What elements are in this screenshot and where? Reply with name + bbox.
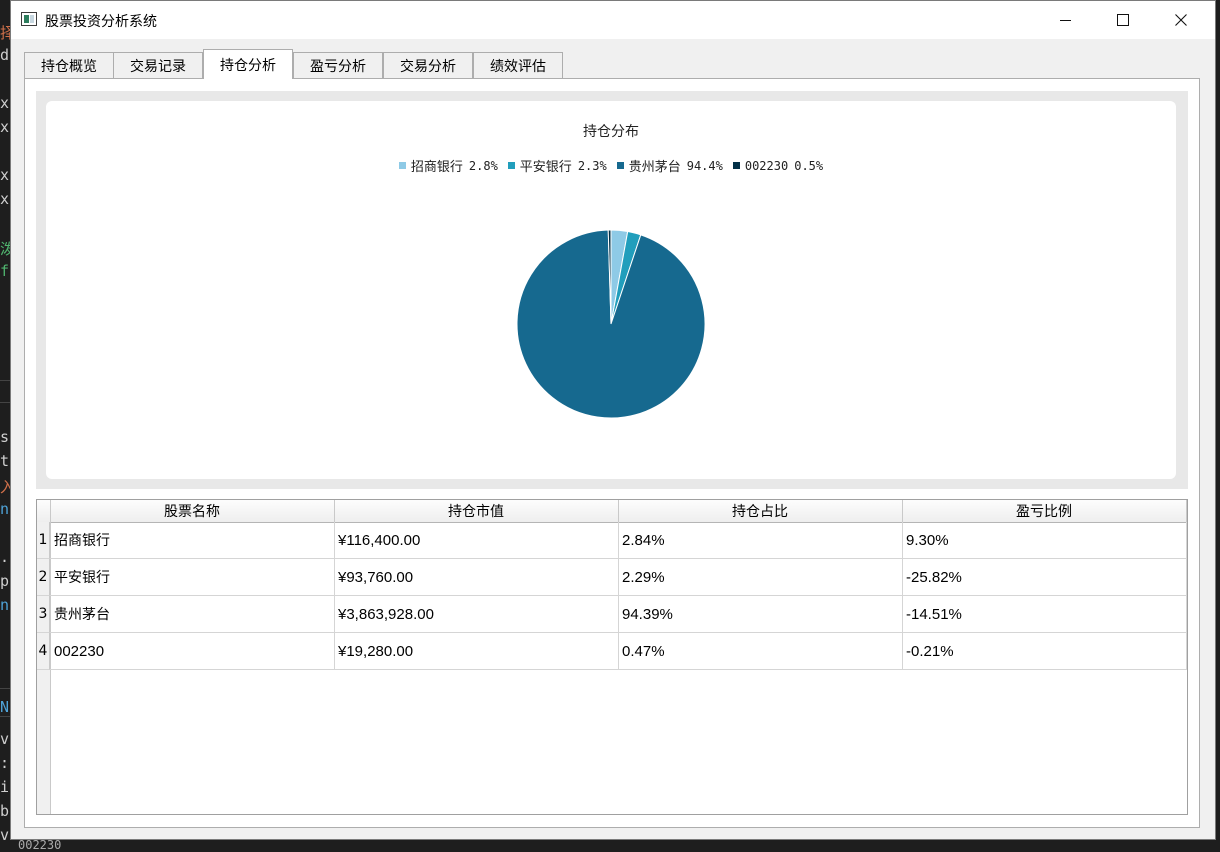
background-status-text: 002230 [18, 838, 62, 852]
app-window: 股票投资分析系统 持仓概览 交易记录 持仓分析 盈亏分析 交易分析 绩效评估 持… [10, 0, 1216, 840]
table-corner[interactable] [37, 500, 51, 522]
cell-weight[interactable]: 0.47% [618, 633, 903, 670]
window-title: 股票投资分析系统 [45, 14, 157, 30]
minimize-icon [1059, 19, 1071, 21]
cell-pnl-ratio[interactable]: -0.21% [902, 633, 1187, 670]
pie-chart-card: 持仓分布 招商银行 2.8% 平安银行 2.3% 贵州茅台 94.4% 0022… [46, 101, 1176, 479]
cell-pnl-ratio[interactable]: -14.51% [902, 596, 1187, 633]
tab-holdings-analysis[interactable]: 持仓分析 [203, 49, 293, 79]
chart-container: 持仓分布 招商银行 2.8% 平安银行 2.3% 贵州茅台 94.4% 0022… [36, 91, 1188, 489]
cell-weight[interactable]: 2.29% [618, 559, 903, 596]
row-number[interactable]: 2 [37, 559, 50, 596]
cell-weight[interactable]: 94.39% [618, 596, 903, 633]
column-header-pnl-ratio[interactable]: 盈亏比例 [902, 500, 1187, 522]
cell-weight[interactable]: 2.84% [618, 522, 903, 559]
cell-market-value[interactable]: ¥116,400.00 [334, 522, 619, 559]
row-number[interactable]: 3 [37, 596, 50, 633]
table-row[interactable]: 4 002230 ¥19,280.00 0.47% -0.21% [37, 633, 1187, 670]
tab-holdings-overview[interactable]: 持仓概览 [24, 52, 114, 78]
holdings-table: 股票名称 持仓市值 持仓占比 盈亏比例 1 招商银行 ¥116,400.00 2… [36, 499, 1188, 815]
table-row[interactable]: 1 招商银行 ¥116,400.00 2.84% 9.30% [37, 522, 1187, 559]
cell-stock-name[interactable]: 招商银行 [50, 522, 335, 559]
row-number[interactable]: 4 [37, 633, 50, 670]
column-header-market-value[interactable]: 持仓市值 [334, 500, 619, 522]
close-icon [1175, 14, 1187, 26]
tab-trade-records[interactable]: 交易记录 [113, 52, 203, 78]
row-number[interactable]: 1 [37, 522, 50, 559]
maximize-icon [1117, 14, 1129, 26]
column-header-weight[interactable]: 持仓占比 [618, 500, 903, 522]
cell-market-value[interactable]: ¥93,760.00 [334, 559, 619, 596]
table-row[interactable]: 3 贵州茅台 ¥3,863,928.00 94.39% -14.51% [37, 596, 1187, 633]
tab-panel-holdings-analysis: 持仓分布 招商银行 2.8% 平安银行 2.3% 贵州茅台 94.4% 0022… [24, 78, 1200, 828]
cell-stock-name[interactable]: 平安银行 [50, 559, 335, 596]
cell-stock-name[interactable]: 002230 [50, 633, 335, 670]
minimize-button[interactable] [1036, 1, 1094, 39]
maximize-button[interactable] [1094, 1, 1152, 39]
tab-trade-analysis[interactable]: 交易分析 [383, 52, 473, 78]
cell-market-value[interactable]: ¥3,863,928.00 [334, 596, 619, 633]
title-bar[interactable]: 股票投资分析系统 [11, 1, 1215, 39]
table-row[interactable]: 2 平安银行 ¥93,760.00 2.29% -25.82% [37, 559, 1187, 596]
column-header-stock-name[interactable]: 股票名称 [50, 500, 335, 522]
cell-pnl-ratio[interactable]: 9.30% [902, 522, 1187, 559]
pie-chart [516, 229, 706, 419]
cell-pnl-ratio[interactable]: -25.82% [902, 559, 1187, 596]
cell-stock-name[interactable]: 贵州茅台 [50, 596, 335, 633]
tab-pnl-analysis[interactable]: 盈亏分析 [293, 52, 383, 78]
close-button[interactable] [1152, 1, 1210, 39]
app-icon [21, 12, 37, 26]
table-header: 股票名称 持仓市值 持仓占比 盈亏比例 [37, 500, 1187, 523]
cell-market-value[interactable]: ¥19,280.00 [334, 633, 619, 670]
tab-performance-evaluation[interactable]: 绩效评估 [473, 52, 563, 78]
